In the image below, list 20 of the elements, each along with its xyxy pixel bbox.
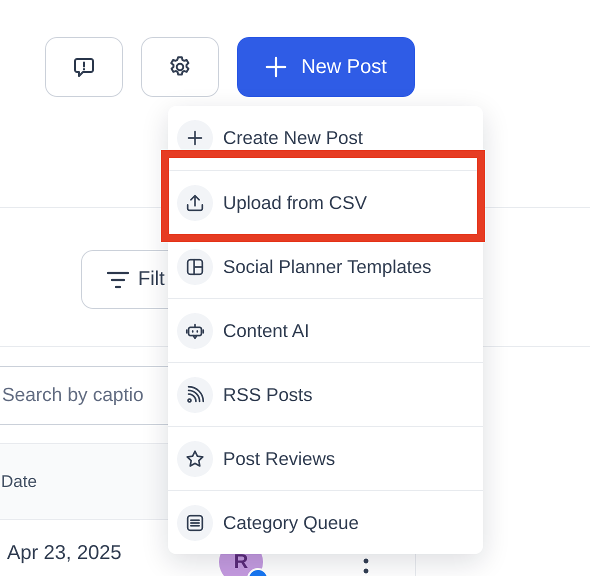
menu-item[interactable]: Post Reviews xyxy=(168,426,483,490)
menu-item[interactable]: RSS Posts xyxy=(168,362,483,426)
upload-icon xyxy=(177,184,213,220)
menu-item[interactable]: Category Queue xyxy=(168,490,483,554)
column-header: Date xyxy=(0,472,37,492)
feedback-button[interactable] xyxy=(45,37,123,97)
menu-item[interactable]: Social Planner Templates xyxy=(168,234,483,298)
settings-button[interactable] xyxy=(141,37,219,97)
date-cell-text: Apr 23, 2025 xyxy=(7,542,123,565)
menu-item[interactable]: Content AI xyxy=(168,298,483,362)
plus-icon xyxy=(265,56,288,78)
feedback-icon xyxy=(72,55,96,79)
menu-item[interactable]: Create New Post xyxy=(168,106,483,170)
list-icon xyxy=(177,504,213,540)
layout-icon xyxy=(177,248,213,284)
rss-icon xyxy=(177,376,213,412)
new-post-button[interactable]: New Post xyxy=(237,37,415,97)
menu-item[interactable]: Upload from CSV xyxy=(168,170,483,234)
robot-icon xyxy=(177,312,213,348)
filter-icon xyxy=(106,270,130,290)
